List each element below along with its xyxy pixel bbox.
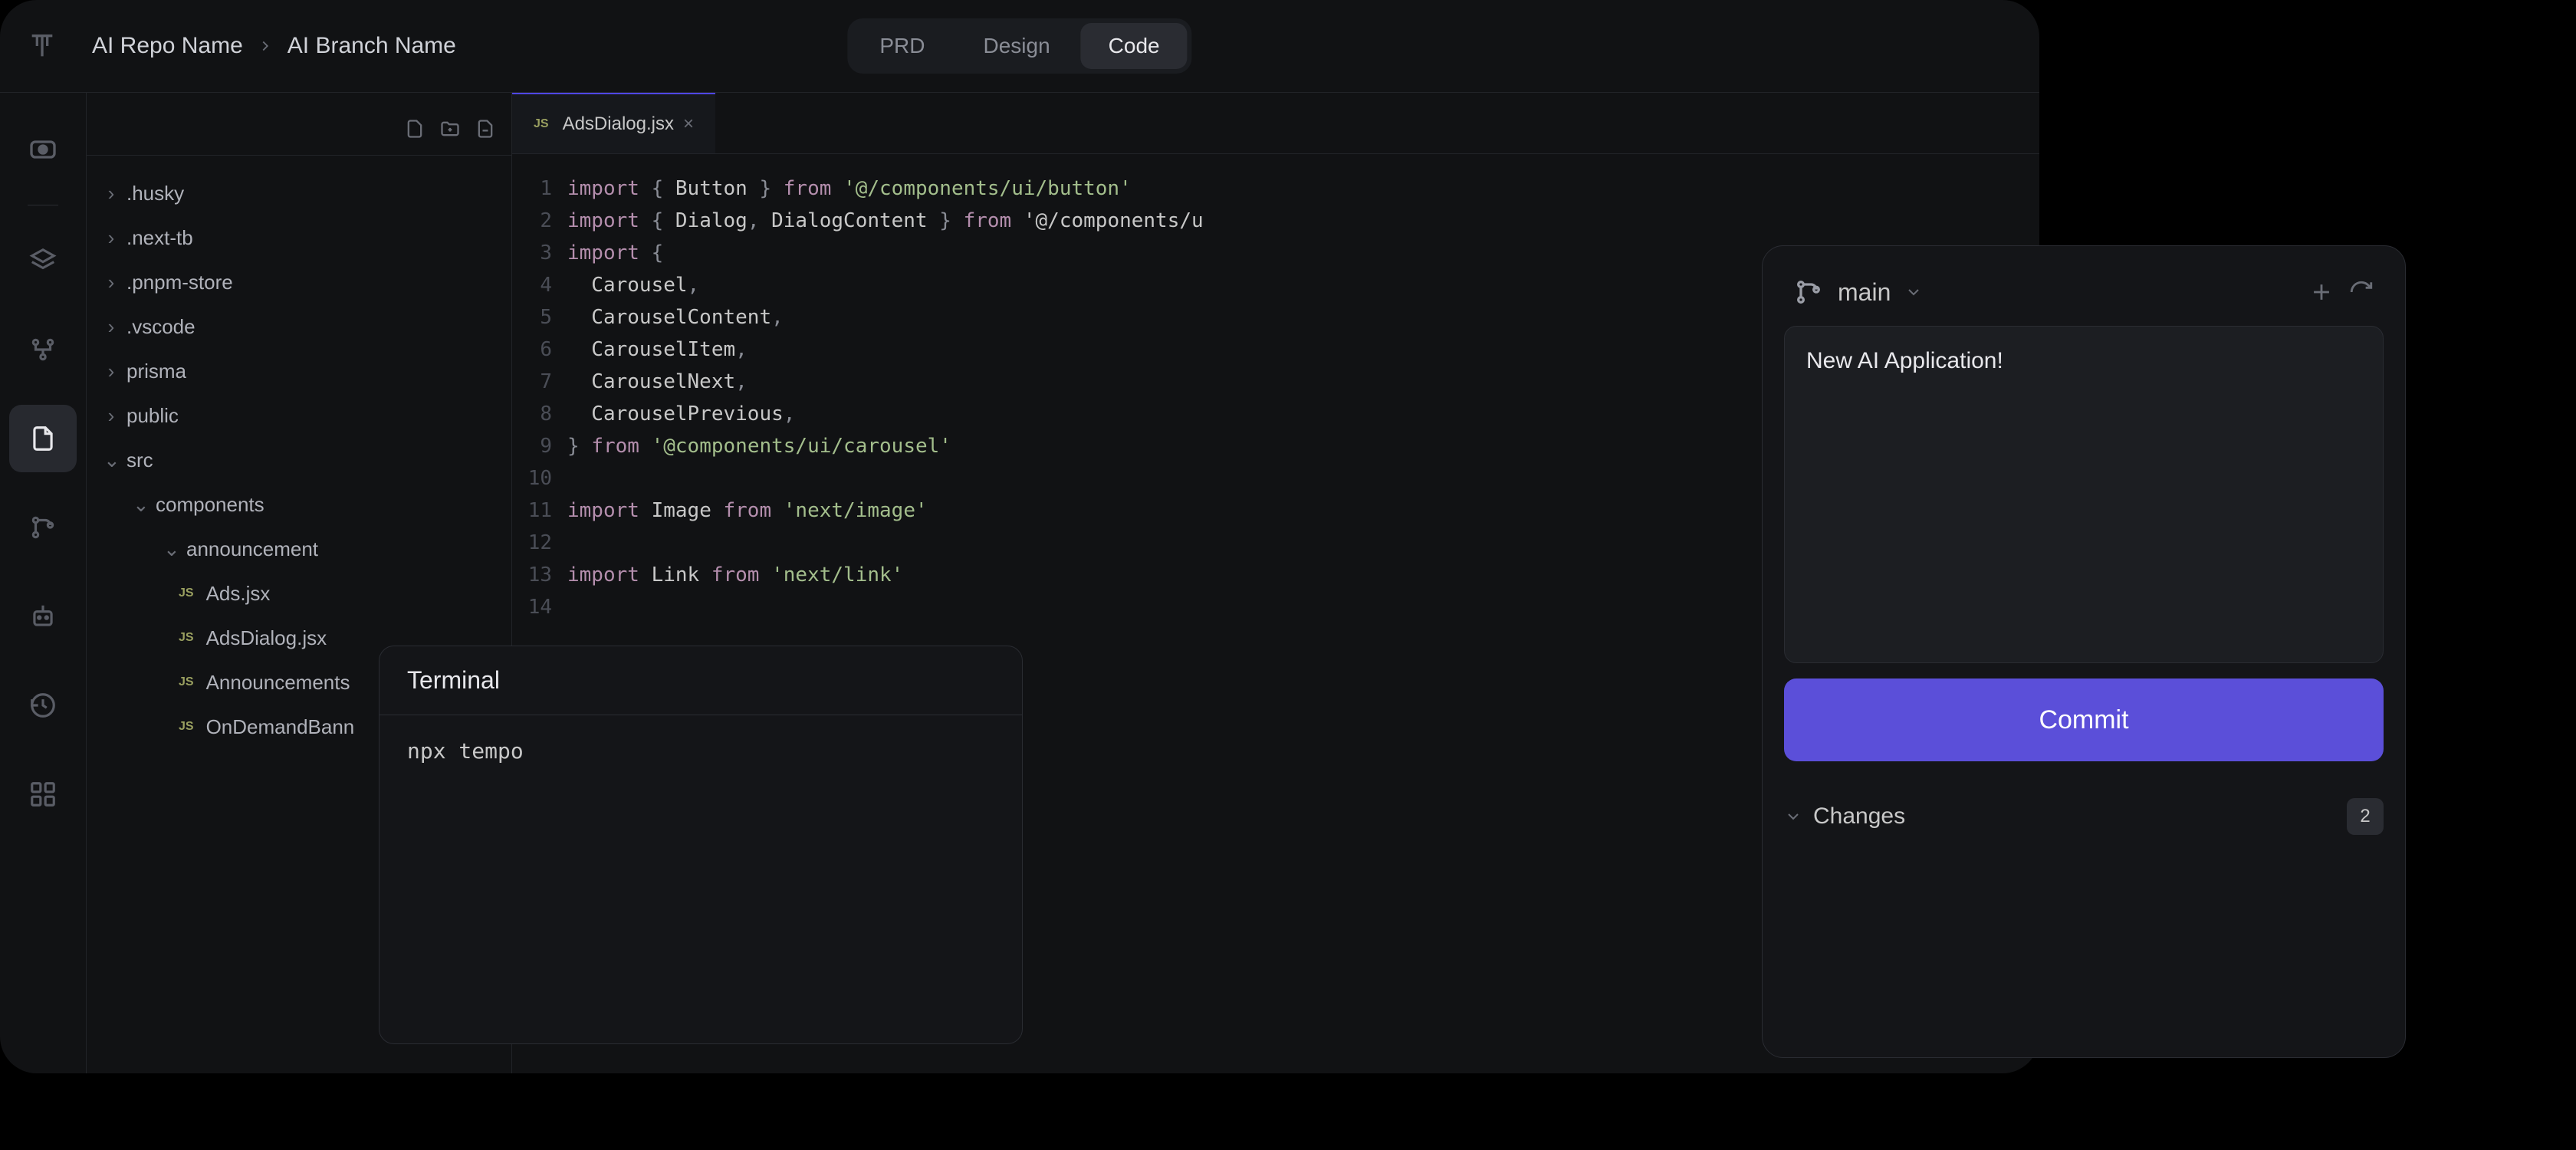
plus-icon[interactable] xyxy=(2308,279,2334,305)
terminal-title: Terminal xyxy=(380,646,1022,715)
tab-prd[interactable]: PRD xyxy=(852,23,952,69)
new-file-icon[interactable] xyxy=(404,118,426,140)
tab-code[interactable]: Code xyxy=(1081,23,1188,69)
terminal-output[interactable]: npx tempo xyxy=(380,715,1022,787)
hierarchy-icon[interactable] xyxy=(9,316,77,383)
branch-selector-row: main xyxy=(1784,268,2384,326)
terminal-panel: Terminal npx tempo xyxy=(379,646,1023,1044)
collapse-icon[interactable] xyxy=(475,118,496,140)
changes-label: Changes xyxy=(1813,803,1905,830)
chevron-down-icon: ⌄ xyxy=(104,449,119,472)
editor-tab-bar: JS AdsDialog.jsx × xyxy=(512,93,2039,154)
breadcrumb: AI Repo Name AI Branch Name xyxy=(92,33,456,59)
new-folder-icon[interactable] xyxy=(439,118,461,140)
chevron-down-icon xyxy=(1784,807,1802,826)
folder-pnpm-store[interactable]: ›.pnpm-store xyxy=(87,260,511,304)
breadcrumb-branch[interactable]: AI Branch Name xyxy=(288,33,456,59)
app-window: AI Repo Name AI Branch Name PRD Design C… xyxy=(0,0,2039,1073)
editor-tab-label: AdsDialog.jsx xyxy=(563,113,674,135)
close-icon[interactable]: × xyxy=(683,113,694,135)
file-ads-jsx[interactable]: JSAds.jsx xyxy=(87,571,511,616)
folder-components[interactable]: ⌄components xyxy=(87,482,511,527)
chevron-down-icon: ⌄ xyxy=(163,537,179,561)
folder-vscode[interactable]: ›.vscode xyxy=(87,304,511,349)
chevron-down-icon[interactable] xyxy=(1904,283,1923,301)
view-tab-group: PRD Design Code xyxy=(847,18,1191,74)
commit-message-input[interactable]: New AI Application! xyxy=(1784,326,2384,663)
folder-next-tb[interactable]: ›.next-tb xyxy=(87,215,511,260)
changes-section-header[interactable]: Changes 2 xyxy=(1784,798,2384,835)
editor-tab-adsdialog[interactable]: JS AdsDialog.jsx × xyxy=(512,93,715,153)
commit-panel: main New AI Application! Commit Changes … xyxy=(1762,245,2406,1058)
layers-icon[interactable] xyxy=(9,227,77,294)
app-logo-icon xyxy=(23,27,61,65)
activity-bar xyxy=(0,93,86,1073)
history-icon[interactable] xyxy=(9,672,77,739)
tab-design[interactable]: Design xyxy=(956,23,1078,69)
folder-prisma[interactable]: ›prisma xyxy=(87,349,511,393)
files-icon[interactable] xyxy=(9,405,77,472)
chevron-down-icon: ⌄ xyxy=(133,493,148,517)
robot-icon[interactable] xyxy=(9,583,77,650)
chevron-right-icon xyxy=(257,38,274,54)
folder-public[interactable]: ›public xyxy=(87,393,511,438)
refresh-icon[interactable] xyxy=(2348,279,2374,305)
changes-count-badge: 2 xyxy=(2347,798,2384,835)
apps-icon[interactable] xyxy=(9,761,77,828)
record-icon[interactable] xyxy=(9,116,77,183)
explorer-toolbar xyxy=(87,102,511,156)
top-bar: AI Repo Name AI Branch Name PRD Design C… xyxy=(0,0,2039,92)
git-branch-icon xyxy=(1793,277,1824,307)
folder-announcement[interactable]: ⌄announcement xyxy=(87,527,511,571)
branch-name[interactable]: main xyxy=(1838,278,1891,307)
js-file-icon: JS xyxy=(534,117,549,131)
folder-src[interactable]: ⌄src xyxy=(87,438,511,482)
commit-button[interactable]: Commit xyxy=(1784,678,2384,761)
folder-husky[interactable]: ›.husky xyxy=(87,171,511,215)
branch-icon[interactable] xyxy=(9,494,77,561)
breadcrumb-repo[interactable]: AI Repo Name xyxy=(92,33,243,59)
